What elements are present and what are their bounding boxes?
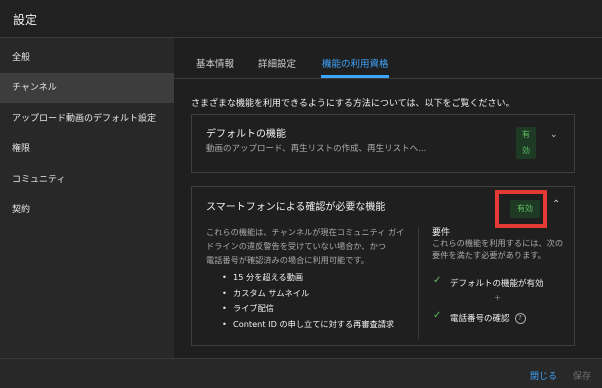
default-features-card[interactable]: デフォルトの機能 動画のアップロード、再生リストの作成、再生リストへ... 有効…	[191, 114, 575, 173]
sidebar-item-community[interactable]: コミュニティ	[0, 165, 174, 195]
check-icon: ✓	[433, 310, 442, 321]
tab-bar: 基本情報 詳細設定 機能の利用資格	[174, 38, 602, 79]
save-button[interactable]: 保存	[573, 369, 591, 382]
sidebar-item-permissions[interactable]: 権限	[0, 134, 174, 164]
tab-basic-info[interactable]: 基本情報	[196, 56, 234, 70]
sidebar-item-agreements[interactable]: 契約	[0, 195, 174, 225]
section-divider	[418, 227, 419, 339]
dialog-titlebar: 設定	[0, 0, 602, 38]
card-description: 動画のアップロード、再生リストの作成、再生リストへ...	[206, 144, 427, 154]
list-item: ライブ配信	[222, 301, 394, 317]
settings-main: 基本情報 詳細設定 機能の利用資格 さまざまな機能を利用できるようにする方法につ…	[174, 38, 602, 358]
sidebar-item-general[interactable]: 全般	[0, 43, 174, 73]
feature-description-line: 電話番号が確認済みの場合に利用可能です。	[206, 255, 369, 265]
intro-text: さまざまな機能を利用できるようにする方法については、以下をご覧ください。	[191, 99, 515, 109]
feature-description: これらの機能は、チャンネルが現在コミュニティ ガイ ドラインの違反警告を受けてい…	[206, 225, 404, 267]
feature-description-line: これらの機能は、チャンネルが現在コミュニティ ガイ	[206, 227, 405, 237]
list-item: 15 分を超える動画	[222, 270, 394, 286]
plus-separator: +	[494, 293, 501, 302]
dialog-title: 設定	[13, 13, 38, 27]
card-title: デフォルトの機能	[206, 129, 286, 140]
requirement-item-label: 電話番号の確認	[450, 314, 510, 324]
close-button[interactable]: 閉じる	[530, 369, 557, 382]
requirements-description-line: 要件を満たす必要があります。	[432, 250, 546, 260]
chevron-down-icon[interactable]: ⌄	[550, 130, 558, 140]
sidebar-item-upload-defaults[interactable]: アップロード動画のデフォルト設定	[0, 104, 174, 134]
card-title: スマートフォンによる確認が必要な機能	[206, 202, 386, 213]
status-badge-text: 有効	[522, 130, 530, 155]
annotation-highlight-box	[495, 190, 547, 228]
check-icon: ✓	[433, 275, 442, 286]
tab-feature-eligibility[interactable]: 機能の利用資格	[322, 56, 389, 70]
requirements-description-line: これらの機能を利用するには、次の	[432, 238, 564, 248]
help-icon[interactable]: ?	[514, 313, 526, 324]
list-item: カスタム サムネイル	[222, 286, 394, 302]
requirement-item: デフォルトの機能が有効	[450, 279, 544, 289]
requirements-description: これらの機能を利用するには、次の 要件を満たす必要があります。	[432, 237, 563, 261]
tab-advanced-settings[interactable]: 詳細設定	[258, 56, 296, 70]
active-tab-indicator	[321, 75, 389, 78]
chevron-up-icon[interactable]: ⌃	[552, 199, 560, 210]
requirement-item: 電話番号の確認?	[450, 312, 526, 324]
list-item: Content ID の申し立てに対する再審査請求	[222, 317, 394, 333]
settings-sidebar: 全般 チャンネル アップロード動画のデフォルト設定 権限 コミュニティ 契約	[0, 38, 174, 358]
feature-description-line: ドラインの違反警告を受けていない場合か、かつ	[206, 241, 386, 251]
status-badge: 有効	[516, 127, 536, 159]
dialog-footer: 閉じる 保存	[0, 358, 602, 388]
sidebar-item-channel[interactable]: チャンネル	[0, 73, 174, 103]
feature-list: 15 分を超える動画 カスタム サムネイル ライブ配信 Content ID の…	[222, 270, 394, 332]
